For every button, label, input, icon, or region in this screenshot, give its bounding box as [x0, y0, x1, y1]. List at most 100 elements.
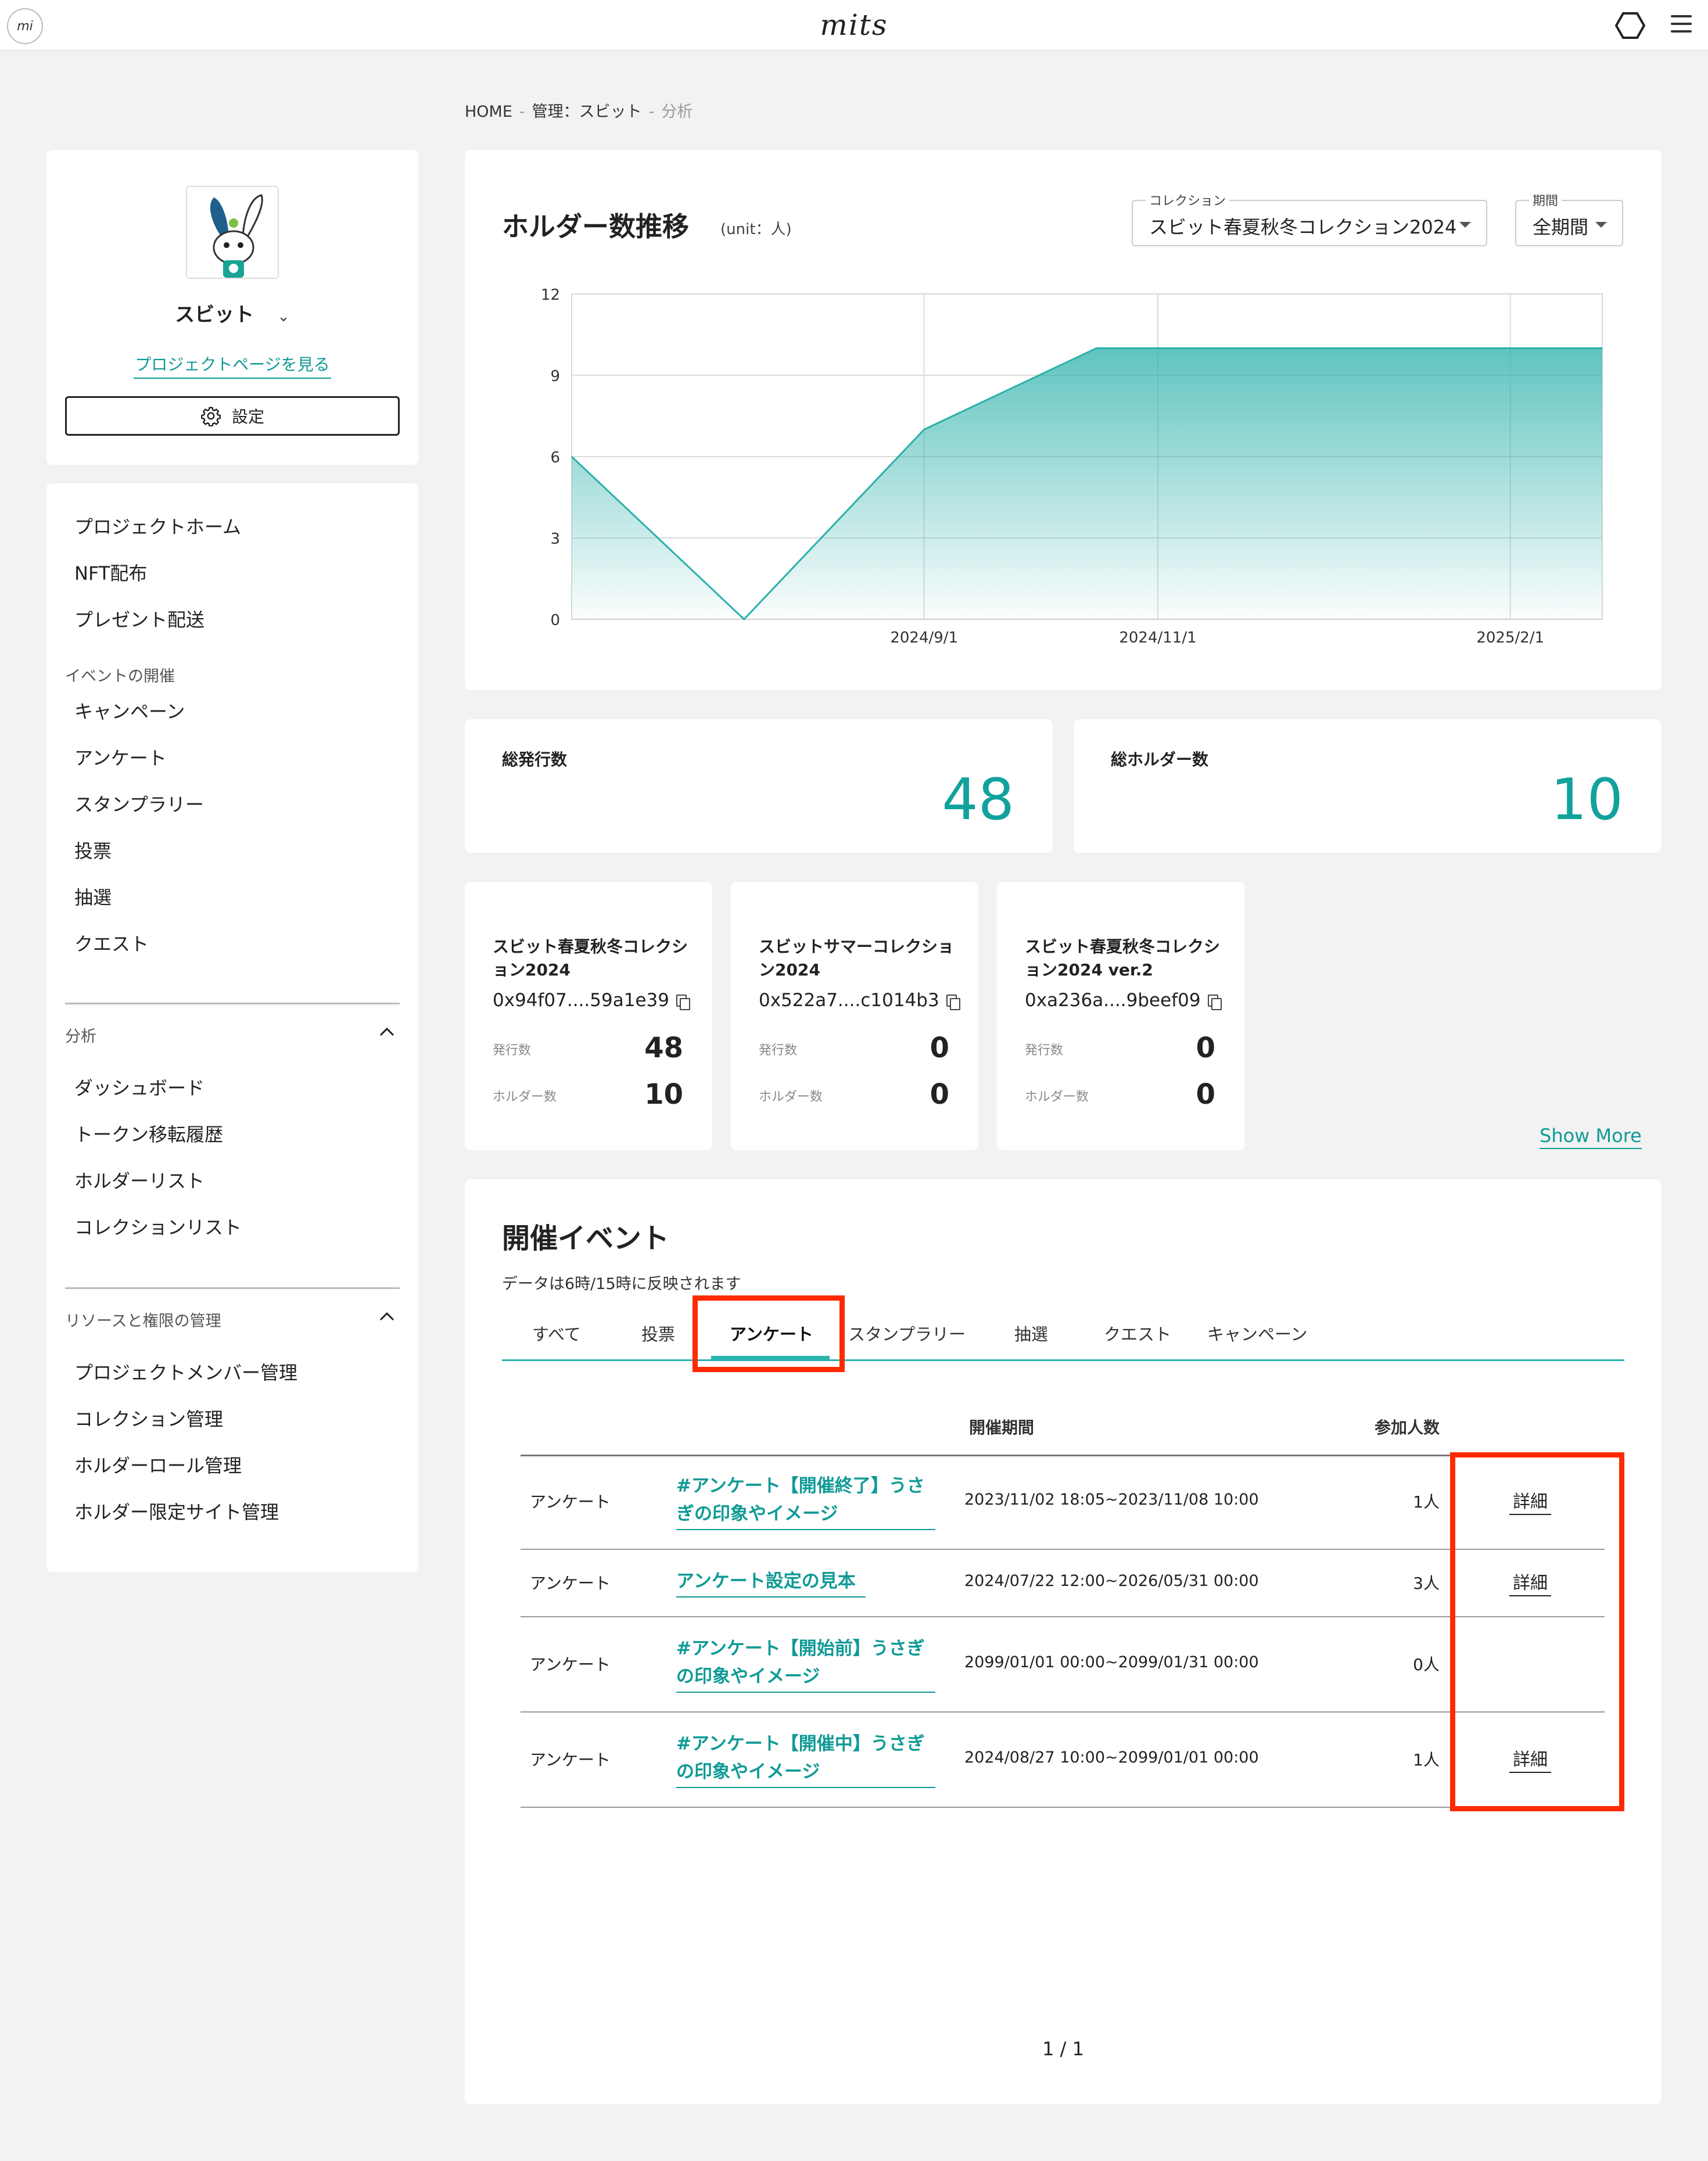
brand-logo[interactable]: mits	[813, 8, 895, 42]
row-period: 2099/01/01 00:00~2099/01/31 00:00	[964, 1653, 1259, 1671]
top-bar: mi mits	[0, 0, 1708, 51]
sidebar-item-project-members[interactable]: プロジェクトメンバー管理	[74, 1358, 297, 1385]
column-header-participants: 参加人数	[1375, 1418, 1440, 1437]
total-holders-label: 総ホルダー数	[1111, 750, 1209, 769]
sidebar-item-holder-role-management[interactable]: ホルダーロール管理	[74, 1451, 242, 1478]
x-tick-label: 2024/9/1	[890, 629, 958, 647]
copy-icon[interactable]	[946, 994, 960, 1010]
collection-address: 0xa236a....9beef09	[1025, 990, 1222, 1011]
tab-quest[interactable]: クエスト	[1104, 1321, 1171, 1345]
events-card: 開催イベント データは6時/15時に反映されます すべて 投票 アンケート スタ…	[465, 1179, 1662, 2104]
sidebar-section-analysis: 分析	[65, 1028, 96, 1046]
sidebar-item-stamp-rally[interactable]: スタンプラリー	[74, 790, 204, 817]
sidebar-item-dashboard[interactable]: ダッシュボード	[74, 1074, 204, 1100]
collection-name: スビット春夏秋冬コレクション2024 ver.2	[1025, 937, 1221, 979]
total-issued-label: 総発行数	[502, 750, 568, 769]
events-title: 開催イベント	[502, 1222, 670, 1255]
sidebar-item-holder-site-management[interactable]: ホルダー限定サイト管理	[74, 1498, 279, 1524]
row-participants: 0人	[1413, 1655, 1440, 1674]
y-tick-label: 9	[550, 368, 560, 385]
event-name-link[interactable]: #アンケート【開催中】うさぎの印象やイメージ	[676, 1730, 935, 1788]
issued-label: 発行数	[759, 1043, 798, 1058]
event-name-link[interactable]: #アンケート【開催終了】うさぎの印象やイメージ	[676, 1472, 935, 1530]
sidebar-item-quest[interactable]: クエスト	[74, 929, 149, 956]
holder-trend-card: ホルダー数推移 (unit：人) コレクション スビット春夏秋冬コレクション20…	[465, 150, 1662, 690]
collection-card[interactable]: スビット春夏秋冬コレクション2024 ver.2 0xa236a....9bee…	[997, 882, 1244, 1150]
row-type: アンケート	[530, 1492, 611, 1512]
project-name[interactable]: スビット ⌄	[46, 299, 418, 327]
event-name-link[interactable]: アンケート設定の見本	[676, 1567, 866, 1598]
holder-trend-chart: 0 3 6 9 12 2024/9/1 2024/11/1 2025/2/1	[541, 286, 1603, 647]
row-divider	[521, 1616, 1605, 1617]
issued-value: 0	[930, 1032, 949, 1064]
issued-value: 0	[1196, 1032, 1215, 1064]
table-header-divider	[521, 1455, 1605, 1456]
collection-address: 0x94f07....59a1e39	[493, 990, 690, 1011]
pagination: 1 / 1	[1042, 2038, 1084, 2060]
collection-card[interactable]: スビットサマーコレクション2024 0x522a7....c1014b3 発行数…	[731, 882, 978, 1150]
issued-label: 発行数	[493, 1043, 532, 1058]
tab-vote[interactable]: 投票	[641, 1321, 675, 1345]
chevron-down-icon[interactable]: ⌄	[277, 308, 290, 325]
hamburger-menu-icon[interactable]	[1671, 15, 1692, 34]
copy-icon[interactable]	[676, 994, 690, 1010]
sidebar-item-survey[interactable]: アンケート	[74, 744, 167, 770]
issued-label: 発行数	[1025, 1043, 1064, 1058]
collection-card[interactable]: スビット春夏秋冬コレクション2024 0x94f07....59a1e39 発行…	[465, 882, 712, 1150]
event-name-link[interactable]: #アンケート【開始前】うさぎの印象やイメージ	[676, 1635, 935, 1693]
highlight-box-details	[1450, 1452, 1624, 1811]
sidebar-item-present-delivery[interactable]: プレゼント配送	[74, 605, 204, 632]
sidebar-item-nft-distribution[interactable]: NFT配布	[74, 559, 147, 586]
copy-icon[interactable]	[1207, 994, 1222, 1010]
x-tick-label: 2024/11/1	[1119, 629, 1196, 647]
tab-stamp-rally[interactable]: スタンプラリー	[848, 1321, 966, 1345]
row-divider	[521, 1807, 1605, 1808]
chevron-up-icon[interactable]	[379, 1308, 395, 1324]
collection-name: スビット春夏秋冬コレクション2024	[493, 937, 688, 979]
holders-label: ホルダー数	[1025, 1090, 1089, 1104]
sidebar-item-vote[interactable]: 投票	[74, 837, 112, 863]
app-logo[interactable]: mi	[7, 8, 43, 44]
y-tick-label: 0	[550, 612, 560, 629]
row-type: アンケート	[530, 1655, 611, 1674]
row-period: 2024/08/27 10:00~2099/01/01 00:00	[964, 1749, 1259, 1767]
tab-campaign[interactable]: キャンペーン	[1207, 1321, 1308, 1345]
breadcrumb: HOME - 管理：スビット - 分析	[465, 103, 693, 121]
sidebar-section-resources: リソースと権限の管理	[65, 1312, 221, 1330]
sidebar-item-project-home[interactable]: プロジェクトホーム	[74, 512, 241, 539]
rabbit-mascot-icon	[210, 194, 263, 278]
chevron-up-icon[interactable]	[379, 1024, 395, 1040]
holders-value: 0	[930, 1078, 949, 1111]
sidebar-item-lottery[interactable]: 抽選	[74, 883, 112, 910]
collection-address: 0x522a7....c1014b3	[759, 990, 960, 1011]
sidebar-item-campaign[interactable]: キャンペーン	[74, 697, 185, 724]
sidebar-item-token-transfer-history[interactable]: トークン移転履歴	[74, 1120, 223, 1147]
series-area	[572, 348, 1602, 619]
show-more-link[interactable]: Show More	[1540, 1125, 1642, 1149]
settings-label: 設定	[231, 407, 264, 426]
y-tick-label: 12	[541, 286, 560, 304]
breadcrumb-home[interactable]: HOME	[465, 103, 512, 121]
project-card: スビット ⌄ プロジェクトページを見る 設定	[46, 150, 418, 465]
sidebar-item-collection-management[interactable]: コレクション管理	[74, 1405, 223, 1431]
tab-all[interactable]: すべて	[532, 1321, 581, 1345]
settings-button[interactable]: 設定	[65, 396, 400, 436]
project-name-text: スビット	[175, 303, 254, 326]
sidebar-item-holder-list[interactable]: ホルダーリスト	[74, 1166, 204, 1193]
sidebar-item-collection-list[interactable]: コレクションリスト	[74, 1213, 242, 1240]
events-note: データは6時/15時に反映されます	[502, 1275, 741, 1293]
row-divider	[521, 1549, 1605, 1550]
collection-address-text: 0x522a7....c1014b3	[759, 990, 939, 1011]
logo-text: mi	[17, 19, 33, 34]
row-type: アンケート	[530, 1574, 611, 1593]
hexagon-icon[interactable]	[1615, 12, 1645, 40]
row-type: アンケート	[530, 1750, 611, 1769]
tab-lottery[interactable]: 抽選	[1014, 1321, 1048, 1345]
sidebar-divider	[65, 1287, 400, 1289]
row-divider	[521, 1711, 1605, 1713]
tabs-underline	[502, 1359, 1624, 1361]
project-page-link[interactable]: プロジェクトページを見る	[134, 352, 331, 379]
row-period: 2024/07/22 12:00~2026/05/31 00:00	[964, 1572, 1259, 1590]
breadcrumb-manage[interactable]: 管理：スビット	[532, 103, 642, 121]
total-issued-card: 総発行数 48	[465, 719, 1053, 853]
